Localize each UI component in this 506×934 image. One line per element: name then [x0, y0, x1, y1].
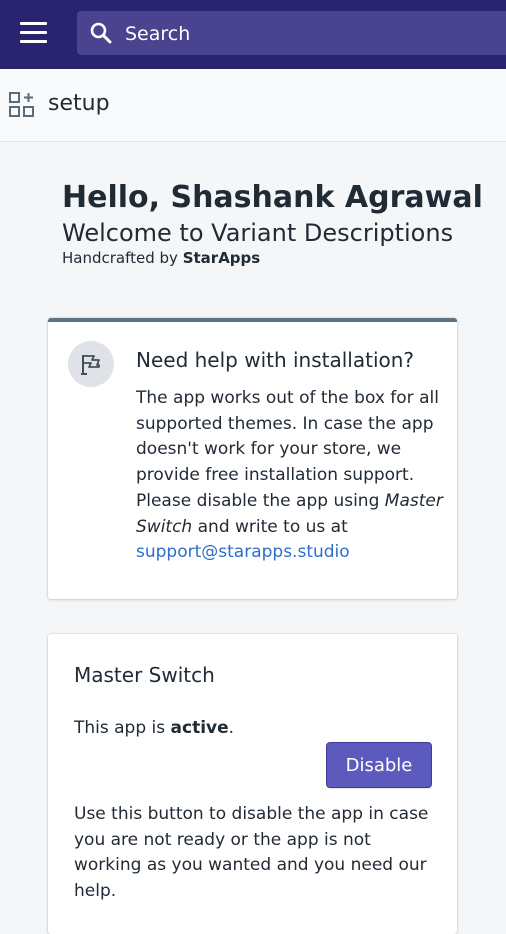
hamburger-icon[interactable]: [20, 22, 47, 44]
master-switch-card: Master Switch This app is active. Disabl…: [48, 634, 457, 934]
master-switch-help-text: Use this button to disable the app in ca…: [74, 804, 429, 902]
page-title: setup: [48, 91, 110, 116]
apps-icon: [9, 92, 34, 117]
brand-name: StarApps: [182, 249, 261, 267]
byline-prefix: Handcrafted by: [62, 249, 183, 267]
support-email-link[interactable]: support@starapps.studio: [136, 542, 350, 562]
help-body-text-2: and write to us at: [192, 516, 348, 537]
welcome-subtitle: Welcome to Variant Descriptions: [62, 219, 454, 247]
handcrafted-byline: Handcrafted by StarApps: [62, 248, 483, 268]
help-card-body: The app works out of the box for all sup…: [136, 386, 446, 566]
status-value: active: [170, 718, 229, 738]
status-prefix: This app is: [74, 718, 171, 738]
installation-help-card: Need help with installation? The app wor…: [48, 318, 457, 599]
flag-icon-badge: [68, 341, 114, 387]
search-box[interactable]: [77, 11, 506, 55]
page-subheader: setup: [0, 69, 506, 142]
greeting-heading: Hello, Shashank Agrawal: [62, 180, 483, 215]
search-icon: [90, 22, 112, 44]
master-switch-title: Master Switch: [74, 663, 215, 687]
disable-button[interactable]: Disable: [326, 742, 432, 788]
help-card-title: Need help with installation?: [136, 348, 415, 372]
top-bar: [0, 0, 506, 69]
app-status: This app is active.: [74, 718, 234, 738]
search-input[interactable]: [123, 19, 487, 49]
welcome-section: Hello, Shashank Agrawal Welcome to Varia…: [62, 178, 483, 268]
flag-icon: [81, 355, 100, 375]
status-suffix: .: [228, 718, 235, 738]
